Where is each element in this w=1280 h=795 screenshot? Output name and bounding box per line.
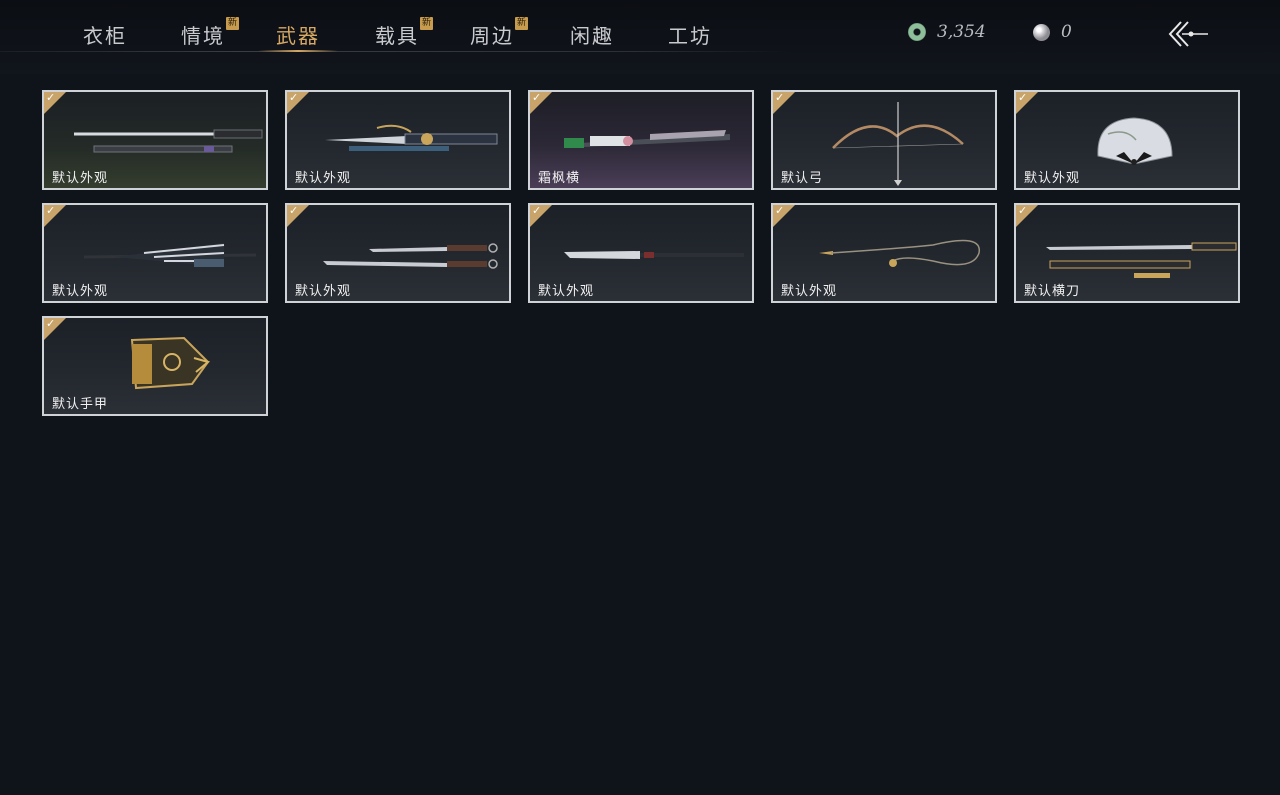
tab-workshop[interactable]: 工坊 [668,20,712,50]
back-button[interactable] [1166,18,1210,50]
pearl-icon [1033,23,1050,41]
weapon-card[interactable]: ✓ 默认外观 [528,203,754,303]
tab-leisure[interactable]: 闲趣 [570,20,614,50]
weapon-card[interactable]: ✓ 默认外观 [285,90,511,190]
weapon-card[interactable]: ✓ 默认外观 [771,203,997,303]
check-icon: ✓ [775,204,785,217]
new-badge: 新 [420,17,433,30]
weapon-card[interactable]: ✓ 霜枫横 [528,90,754,190]
check-icon: ✓ [1018,204,1028,217]
back-arrow-icon [1168,21,1208,47]
weapon-name: 默认外观 [1024,171,1081,186]
weapon-card[interactable]: ✓ 默认手甲 [42,316,268,416]
check-icon: ✓ [46,317,56,330]
weapon-name: 霜枫横 [538,171,581,186]
tab-weapons[interactable]: 武器 [276,20,320,50]
top-bar: 衣柜 情境新 武器 载具新 周边新 闲趣 工坊 3,354 0 [0,0,1280,74]
check-icon: ✓ [46,204,56,217]
weapon-card[interactable]: ✓ 默认外观 [42,203,268,303]
active-tab-indicator [258,50,338,52]
check-icon: ✓ [532,204,542,217]
tabs-divider [0,51,790,52]
check-icon: ✓ [289,204,299,217]
jade-coin-icon [908,23,926,41]
tab-scene[interactable]: 情境新 [181,17,239,50]
pearl-amount: 0 [1061,22,1072,42]
weapon-card[interactable]: ✓ 默认外观 [42,90,268,190]
weapon-name: 默认外观 [295,171,352,186]
tab-wardrobe[interactable]: 衣柜 [83,20,127,50]
weapon-card[interactable]: ✓ 默认外观 [285,203,511,303]
check-icon: ✓ [775,91,785,104]
weapon-card[interactable]: ✓ 默认弓 [771,90,997,190]
weapon-name: 默认外观 [781,284,838,299]
pearl-currency: 0 [1033,20,1072,44]
check-icon: ✓ [532,91,542,104]
weapon-name: 默认手甲 [52,397,109,412]
weapon-name: 默认横刀 [1024,284,1081,299]
weapon-name: 默认外观 [538,284,595,299]
new-badge: 新 [226,17,239,30]
check-icon: ✓ [46,91,56,104]
weapon-name: 默认弓 [781,171,824,186]
tab-vehicles[interactable]: 载具新 [375,17,433,50]
jade-amount: 3,354 [937,22,986,42]
check-icon: ✓ [1018,91,1028,104]
weapon-card[interactable]: ✓ 默认横刀 [1014,203,1240,303]
weapon-name: 默认外观 [52,171,109,186]
new-badge: 新 [515,17,528,30]
jade-currency: 3,354 [908,20,986,44]
check-icon: ✓ [289,91,299,104]
tab-peripherals[interactable]: 周边新 [470,17,528,50]
weapon-name: 默认外观 [295,284,352,299]
weapon-card[interactable]: ✓ 默认外观 [1014,90,1240,190]
weapon-name: 默认外观 [52,284,109,299]
